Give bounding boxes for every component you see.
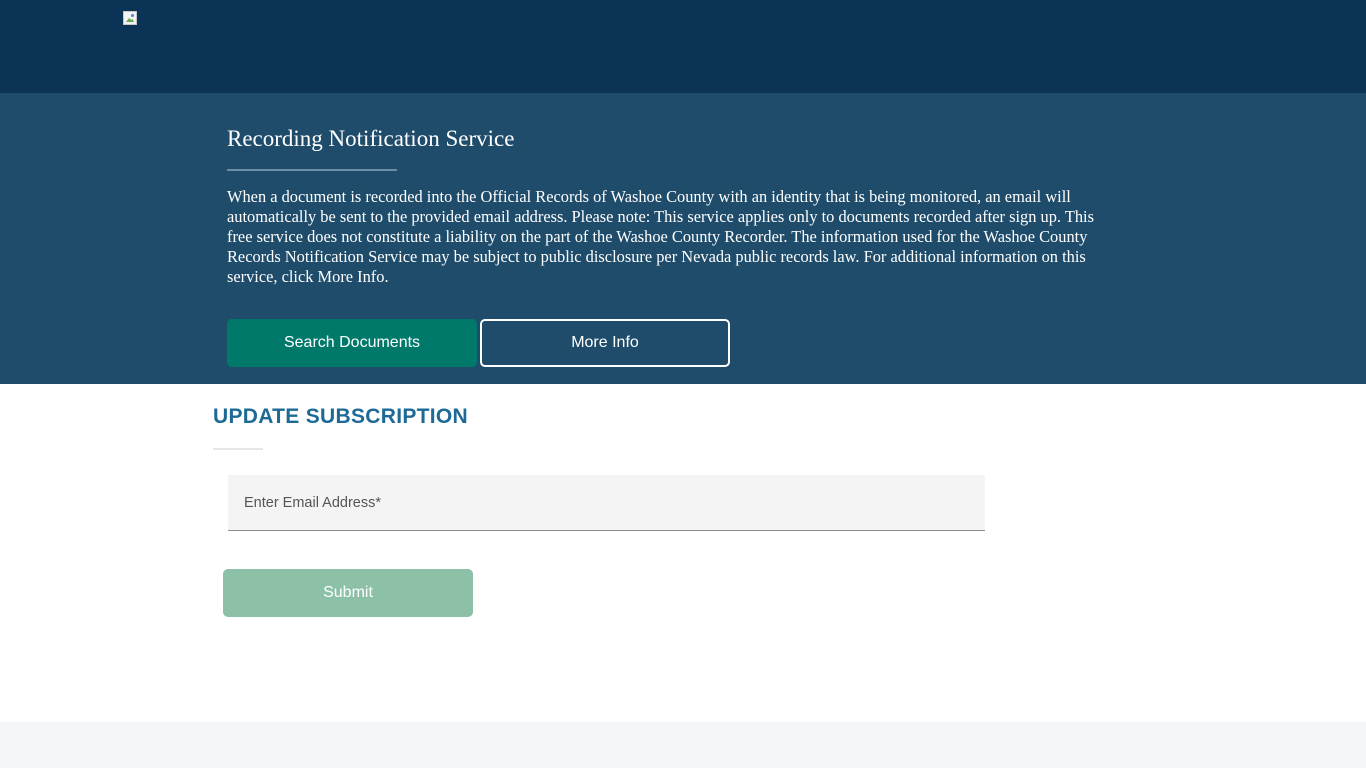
section-divider: [213, 448, 263, 450]
title-divider: [227, 169, 397, 171]
page-title: Recording Notification Service: [227, 126, 515, 151]
submit-button[interactable]: Submit: [223, 569, 473, 617]
site-header: [0, 0, 1366, 93]
service-description: When a document is recorded into the Off…: [227, 187, 1094, 286]
search-documents-button[interactable]: Search Documents: [227, 319, 477, 367]
email-field[interactable]: Enter Email Address*: [228, 475, 985, 531]
logo-image-placeholder: [123, 11, 137, 25]
hero-banner: Recording Notification Service When a do…: [0, 93, 1366, 384]
page-footer: [0, 722, 1366, 768]
broken-image-icon: [123, 11, 139, 27]
more-info-button[interactable]: More Info: [480, 319, 730, 367]
section-title: UPDATE SUBSCRIPTION: [213, 405, 468, 428]
